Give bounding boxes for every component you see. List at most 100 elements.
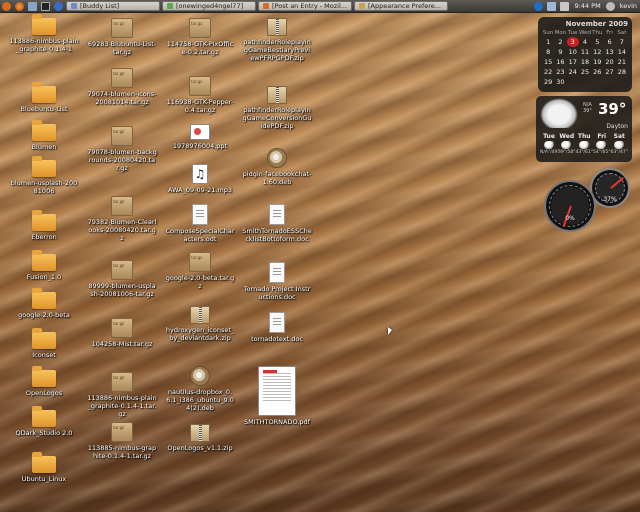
calendar-day-header: Thu [592,30,603,36]
desktop-icon[interactable]: 79078-blumen-backgrounds-20080420.tar.gz [87,126,157,172]
desktop-icon[interactable]: 69283-Blubuntu-List-tar.gz [87,18,157,56]
desktop-icon[interactable]: OpenLogos_v1.1.zip [165,424,235,452]
calendar-date[interactable]: 14 [616,47,628,57]
network-icon[interactable] [547,1,557,11]
calendar-date[interactable]: 11 [579,47,591,57]
terminal-icon[interactable] [41,1,50,11]
cloud-icon [540,98,578,128]
calendar-date[interactable]: 3 [566,37,579,47]
calendar-date[interactable]: 27 [603,67,615,77]
desktop-icon-label: SmithTornadoESSChecklistBottoform.doc [242,227,312,243]
power-icon[interactable] [605,1,615,11]
desktop-icon[interactable]: Ubuntu_Linux [9,452,79,483]
mail-icon[interactable] [28,1,37,11]
firefox-icon[interactable] [15,1,24,11]
desktop-icon[interactable]: Bluebuntu-List [9,82,79,113]
desktop-icon[interactable]: SMITHTORNADO.pdf [242,366,312,426]
desktop-icon[interactable]: 113886-nimbus-plain_graphite-0.1.4-1.tar… [87,372,157,418]
desktop-icon[interactable]: pidgin-facebookchat-1.60.deb [242,148,312,186]
desktop-icon[interactable]: Tornado Project Instructions.doc [242,262,312,301]
calendar-date[interactable]: 1 [542,37,554,47]
taskbar-button[interactable]: [Post an Entry - Mozil... [258,1,352,11]
calendar-date[interactable]: 18 [579,57,591,67]
desktop-icon[interactable]: hydroxygen_iconset_by_deviantdark.zip [165,306,235,342]
archive-icon [189,76,211,96]
desktop-icon[interactable]: blumen-usplash-20081006 [9,156,79,195]
calendar-date[interactable]: 13 [603,47,615,57]
desktop-icon[interactable]: OpenLogos [9,366,79,397]
desktop-icon[interactable]: pathfinderRoleplayingGameConversionGuide… [242,86,312,130]
calendar-date[interactable]: 28 [616,67,628,77]
hp-icon[interactable] [534,1,544,11]
folder-icon [32,406,56,427]
desktop-icon[interactable]: QDark_Studio 2.0 [9,406,79,437]
calendar-date[interactable]: 9 [554,47,566,57]
memory-gauge-value: 37% [603,196,617,203]
desktop-icon[interactable]: ComposeSpecialCharacters.odt [165,204,235,243]
desktop-icon[interactable]: SmithTornadoESSChecklistBottoform.doc [242,204,312,243]
taskbar-button[interactable]: [Appearance Prefere... [354,1,448,11]
calendar-date[interactable]: 26 [591,67,603,77]
clock[interactable]: 9:44 PM [574,2,600,10]
calendar-date[interactable]: 2 [554,37,566,47]
calendar-date[interactable]: 5 [591,37,603,47]
taskbar-button[interactable]: [onewinged4ngel77] [162,1,256,11]
user-name[interactable]: kevin [620,2,637,10]
calendar-date[interactable]: 12 [591,47,603,57]
calendar-date[interactable]: 25 [579,67,591,77]
desktop-icon[interactable]: 79382-Blumen-Clearlooks-20080420.tar.gz [87,196,157,242]
folder-icon [32,14,56,35]
desktop-icon[interactable]: Fusion_1.0 [9,250,79,281]
folder-icon [32,210,56,231]
desktop-icon[interactable]: 114758-GTK-PixOffice-0.2.tar.gz [165,18,235,56]
help-icon[interactable] [54,1,63,11]
desktop-icon[interactable]: nautilus-dropbox_0.6.1_i386_ubuntu_9.04(… [165,366,235,412]
calendar-date[interactable]: 16 [554,57,566,67]
desktop-icon[interactable]: tornadotext.doc [242,312,312,343]
archive-icon [111,372,133,392]
desktop-icon[interactable]: google-2.0-beta [9,288,79,319]
volume-icon[interactable] [560,1,570,11]
desktop-icon[interactable]: ♫ AWA_09-09-21.mp3 [165,164,235,194]
desktop-icon-label: pidgin-facebookchat-1.60.deb [242,170,312,186]
calendar-date[interactable]: 29 [542,77,554,87]
desktop-icon[interactable]: google-2.0-beta.tar.gz [165,252,235,290]
taskbar: [Buddy List] [onewinged4ngel77] [Post an E… [65,0,449,13]
calendar-date[interactable]: 19 [591,57,603,67]
calendar-date[interactable]: 8 [542,47,554,57]
calendar-day-header: Tue [568,30,578,36]
archive-icon [111,422,133,442]
desktop-icon[interactable]: 113885-nimbus-graphite-0.1.4-1.tar.gz [87,422,157,460]
desktop-icon-label: Tornado Project Instructions.doc [243,285,311,301]
desktop-icon[interactable]: 113886-nimbus-plain_graphite-0.1.4-1 [9,14,79,53]
desktop-icon[interactable]: Blumen [9,120,79,151]
desktop-icon[interactable]: 79074-blumen-icons-20081014.tar.gz [87,68,157,106]
panel-launchers [0,0,65,13]
desktop-icon[interactable]: Iconset [9,328,79,359]
desktop-icon[interactable]: 116938-GTK-Pepper-0.4.tar.gz [165,76,235,114]
calendar-date[interactable]: 7 [616,37,628,47]
calendar-date[interactable]: 22 [542,67,554,77]
weather-hi-lo: N/A 39° [583,102,592,114]
calendar-date[interactable]: 20 [603,57,615,67]
zip-icon [267,18,287,36]
calendar-date[interactable]: 24 [567,67,579,77]
taskbar-button[interactable]: [Buddy List] [66,1,160,11]
desktop-icon[interactable]: 89999-blumen-usplash-20081006-tar.gz [87,260,157,298]
cloud-icon [596,141,608,149]
calendar-date[interactable]: 4 [579,37,591,47]
desktop-icon-label: Ubuntu_Linux [21,475,67,483]
calendar-date[interactable]: 6 [603,37,615,47]
calendar-date[interactable]: 10 [567,47,579,57]
calendar-date[interactable]: 15 [542,57,554,67]
desktop-icon-label: tornadotext.doc [251,335,303,343]
desktop-icon[interactable]: Eberron [9,210,79,241]
ubuntu-menu-icon[interactable] [2,1,11,11]
calendar-date[interactable]: 23 [554,67,566,77]
desktop-icon[interactable]: 1978976004.ppt [165,124,235,150]
desktop-icon[interactable]: pathfinderRoleplayingGameBestiaryPreview… [242,18,312,62]
calendar-date[interactable]: 21 [616,57,628,67]
calendar-date[interactable]: 30 [554,77,566,87]
desktop-icon[interactable]: 104258-Mist.tar.gz [87,318,157,348]
calendar-date[interactable]: 17 [567,57,579,67]
